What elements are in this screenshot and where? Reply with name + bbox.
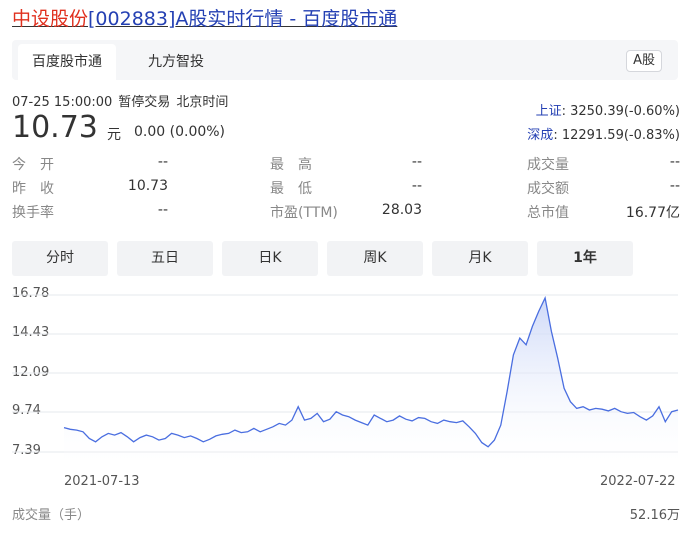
x-tick-label-end: 2022-07-22	[600, 474, 676, 489]
price-chart[interactable]	[0, 0, 700, 536]
volume-axis-label: 成交量（手）	[12, 508, 91, 523]
x-tick-label-start: 2021-07-13	[64, 474, 140, 489]
volume-max-value: 52.16万	[629, 508, 680, 523]
price-area	[64, 298, 678, 466]
